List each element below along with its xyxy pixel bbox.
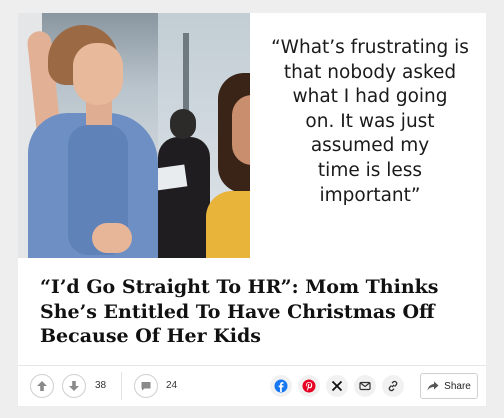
quote-line: “What’s frustrating is: [271, 37, 469, 58]
x-share-button[interactable]: [326, 375, 348, 397]
mail-icon: [359, 381, 371, 391]
share-label: Share: [444, 380, 471, 392]
quote-line: important”: [319, 184, 421, 206]
share-button[interactable]: Share: [420, 373, 478, 399]
copy-link-button[interactable]: [382, 375, 404, 397]
vote-count: 38: [95, 380, 107, 391]
title-line: She’s Entitled To Have Christmas Off: [40, 300, 435, 323]
post-title[interactable]: “I’d Go Straight To HR”: Mom Thinks She’…: [40, 275, 470, 349]
title-line: “I’d Go Straight To HR”: Mom Thinks: [40, 276, 439, 298]
arrow-down-icon: [69, 381, 79, 391]
facebook-icon: [274, 379, 288, 393]
quote-line: on. It was just: [305, 110, 435, 132]
x-icon: [331, 380, 343, 392]
pinterest-share-button[interactable]: [298, 375, 320, 397]
comment-icon: [141, 382, 151, 391]
upvote-button[interactable]: [30, 374, 54, 398]
office-photo: [18, 13, 250, 258]
pinterest-icon: [302, 379, 316, 393]
title-line: Because Of Her Kids: [40, 325, 261, 347]
comment-count: 24: [166, 380, 178, 391]
share-arrow-icon: [427, 381, 439, 391]
quote-line: time is less: [317, 159, 423, 181]
quote-line: what I had going: [292, 86, 448, 108]
link-icon: [388, 380, 398, 392]
image-quote: “What’s frustrating is that nobody asked…: [250, 13, 486, 258]
post-image[interactable]: “What’s frustrating is that nobody asked…: [18, 13, 486, 258]
comments-button[interactable]: [134, 374, 158, 398]
post-actions: 38 24 Share: [18, 366, 486, 406]
post-card: “What’s frustrating is that nobody asked…: [18, 13, 486, 406]
downvote-button[interactable]: [62, 374, 86, 398]
arrow-up-icon: [37, 381, 47, 391]
facebook-share-button[interactable]: [270, 375, 292, 397]
quote-line: assumed my: [310, 135, 430, 157]
quote-line: that nobody asked: [283, 61, 457, 83]
separator: [121, 372, 122, 400]
email-share-button[interactable]: [354, 375, 376, 397]
